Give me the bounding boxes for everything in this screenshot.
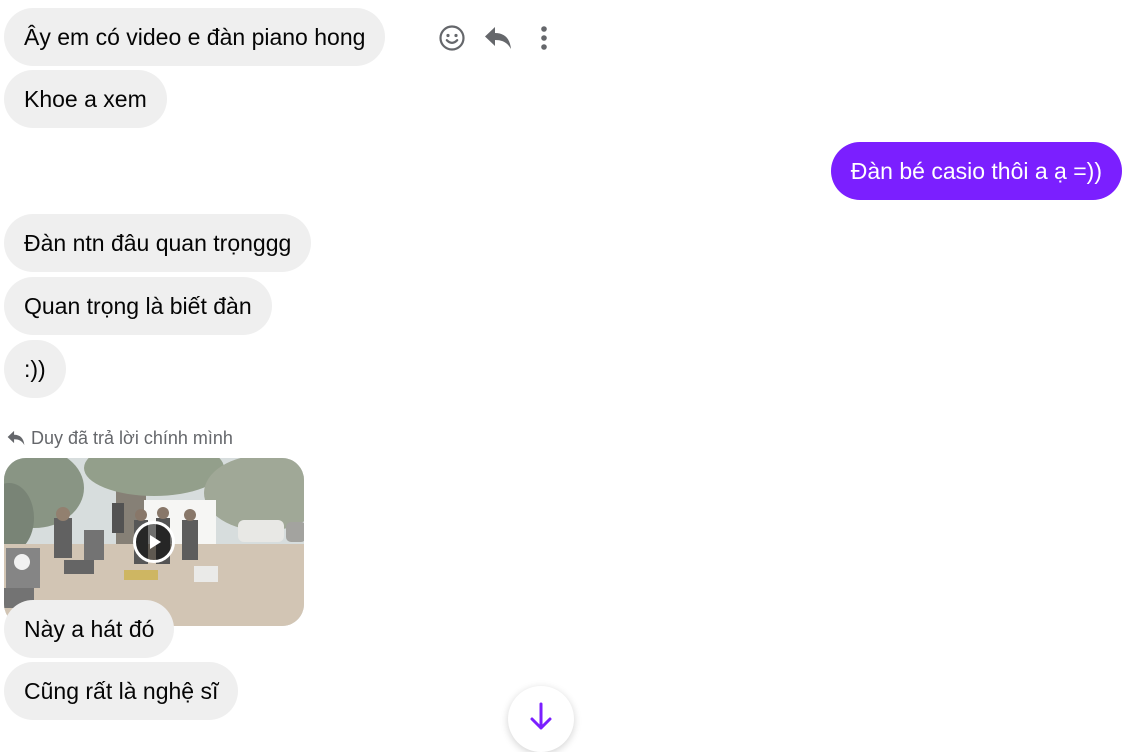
reply-button[interactable]	[482, 22, 514, 54]
react-button[interactable]	[436, 22, 468, 54]
play-icon	[150, 535, 161, 549]
message-actions	[436, 18, 560, 58]
play-button[interactable]	[133, 521, 175, 563]
message-bubble[interactable]: Đàn ntn đâu quan trọnggg	[4, 214, 312, 272]
more-vertical-icon	[541, 26, 547, 50]
reply-indicator-text: Duy đã trả lời chính mình	[31, 427, 233, 448]
message-text: Đàn ntn đâu quan trọnggg	[24, 230, 292, 256]
message-text: Cũng rất là nghệ sĩ	[24, 678, 219, 704]
message-bubble[interactable]: Quan trọng là biết đàn	[4, 277, 272, 335]
reply-icon	[7, 430, 25, 446]
message-bubble[interactable]: Khoe a xem	[4, 70, 167, 128]
reply-icon	[485, 27, 511, 49]
message-bubble[interactable]: Này a hát đó	[4, 600, 175, 658]
message-bubble-outgoing[interactable]: Đàn bé casio thôi a ạ =))	[830, 142, 1122, 200]
arrow-down-icon	[530, 702, 552, 730]
message-bubble[interactable]: :))	[4, 340, 66, 398]
message-text: Ây em có video e đàn piano hong	[24, 24, 366, 50]
message-text: Khoe a xem	[24, 86, 147, 112]
message-text: Quan trọng là biết đàn	[24, 293, 252, 319]
message-text: :))	[24, 356, 46, 382]
more-options-button[interactable]	[528, 22, 560, 54]
message-bubble[interactable]: Ây em có video e đàn piano hong	[4, 8, 386, 66]
scroll-to-bottom-button[interactable]	[508, 686, 574, 752]
smiley-icon	[439, 25, 465, 51]
message-text: Này a hát đó	[24, 616, 155, 642]
message-bubble[interactable]: Cũng rất là nghệ sĩ	[4, 662, 239, 720]
reply-indicator[interactable]: Duy đã trả lời chính mình	[6, 426, 233, 450]
message-text: Đàn bé casio thôi a ạ =))	[850, 158, 1102, 184]
